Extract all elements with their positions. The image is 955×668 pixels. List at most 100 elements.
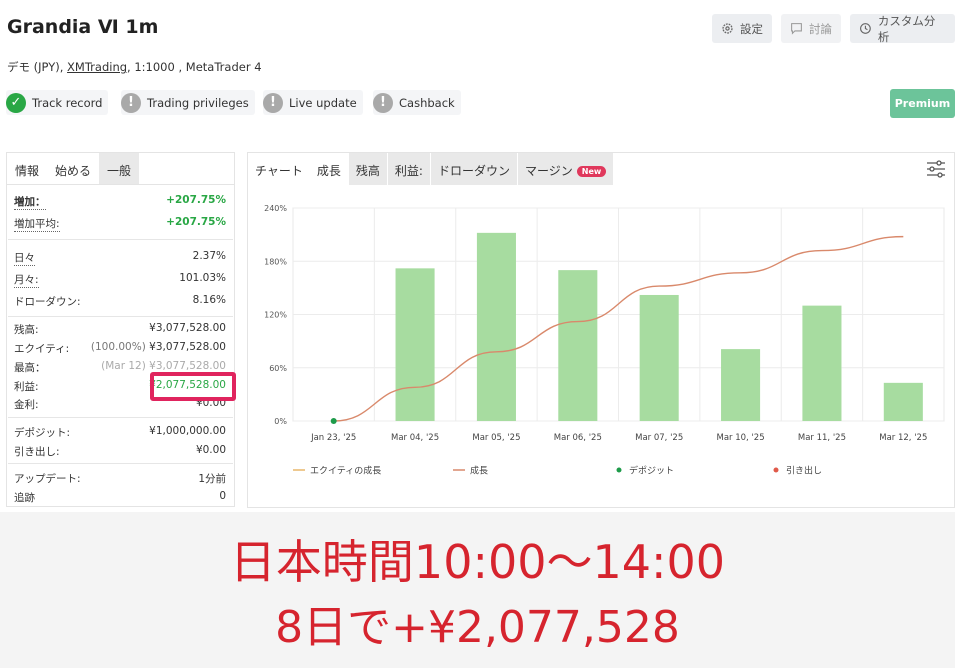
stat-row-deposit: デポジット: ¥1,000,000.00 [14, 425, 226, 440]
comment-icon [791, 23, 802, 35]
stat-value: +207.75% [166, 216, 226, 228]
growth-bar [558, 270, 598, 421]
check-icon: ✓ [6, 92, 26, 113]
x-tick-label: Mar 10, '25 [717, 433, 765, 443]
tab-margin[interactable]: マージン New [516, 153, 614, 185]
discussion-button[interactable]: 討論 [781, 14, 841, 43]
stat-row-avg-gain: 増加平均: +207.75% [14, 216, 226, 232]
tab-info[interactable]: 情報 [7, 153, 47, 184]
stat-row-balance: 残高: ¥3,077,528.00 [14, 322, 226, 337]
divider [8, 316, 233, 317]
stat-label: 増加平均: [14, 218, 60, 232]
legend-deposit-swatch [616, 467, 622, 473]
account-type: デモ (JPY), [7, 60, 68, 74]
tab-growth[interactable]: 成長 [309, 153, 348, 185]
discussion-label: 討論 [809, 21, 832, 36]
stat-value: 8.16% [192, 294, 226, 306]
tab-drawdown[interactable]: ドローダウン [429, 153, 517, 185]
stat-row-drawdown: ドローダウン: 8.16% [14, 294, 226, 309]
settings-label: 設定 [740, 21, 763, 36]
y-tick-label: 240% [264, 204, 287, 213]
growth-bar [883, 382, 923, 421]
account-details: , 1:1000 , MetaTrader 4 [127, 60, 262, 74]
legend-growth-label: 成長 [470, 465, 488, 477]
stat-label: 日々 [14, 252, 35, 266]
stat-pct: (Mar 12) [101, 360, 146, 372]
badge-trading-privileges[interactable]: ! Trading privileges [121, 90, 255, 115]
stat-row-update: アップデート: 1分前 [14, 471, 226, 486]
badge-live-update[interactable]: ! Live update [263, 90, 363, 115]
stat-value: ¥1,000,000.00 [149, 425, 226, 437]
stat-label: 最高： [14, 362, 46, 374]
tab-chart[interactable]: チャート [248, 153, 310, 185]
legend-equity-label: エクイティの成長 [310, 465, 381, 477]
stat-row-equity: エクイティ: (100.00%) ¥3,077,528.00 [14, 341, 226, 356]
y-tick-label: 60% [269, 364, 287, 373]
deposit-point [330, 418, 337, 424]
growth-bar [395, 268, 435, 421]
divider [8, 239, 233, 240]
new-badge: New [576, 166, 607, 177]
stat-row-gain: 増加： +207.75% [14, 194, 226, 210]
stats-tabs: 情報 始める 一般 [7, 153, 234, 185]
filter-settings-icon[interactable] [926, 160, 946, 178]
legend-withdraw-swatch [773, 467, 779, 473]
x-tick-label: Mar 07, '25 [635, 433, 683, 443]
divider [8, 417, 233, 418]
caption-time: 日本時間10:00〜14:00 [229, 535, 726, 589]
stat-value: +207.75% [166, 194, 226, 206]
y-tick-label: 0% [274, 417, 287, 426]
x-tick-label: Mar 05, '25 [472, 433, 520, 443]
stat-row-withdrawal: 引き出し: ¥0.00 [14, 444, 226, 459]
tab-general[interactable]: 一般 [99, 153, 140, 184]
chart-tabs: チャート 成長 残高 利益: ドローダウン マージン New [248, 153, 954, 185]
growth-chart: 0% 60% 120% 180% 240% Jan 23, '25 Mar 04, '25 M… [264, 204, 945, 477]
account-info: デモ (JPY), XMTrading, 1:1000 , MetaTrader… [7, 59, 262, 75]
badge-label: Live update [289, 95, 357, 110]
stat-row-monthly: 月々: 101.03% [14, 272, 226, 288]
tab-profit[interactable]: 利益: [386, 153, 430, 185]
stat-value: 1分前 [198, 473, 226, 485]
stat-value: 2.37% [192, 250, 226, 262]
custom-analysis-button[interactable]: カスタム分析 [850, 14, 955, 44]
tab-balance[interactable]: 残高 [347, 153, 387, 185]
stat-label: ドローダウン: [14, 296, 81, 308]
stat-pct: (100.00%) [90, 341, 146, 353]
page-title: Grandia Ⅵ 1m [7, 16, 159, 38]
stat-row-daily: 日々 2.37% [14, 250, 226, 266]
stat-label: 引き出し: [14, 446, 60, 458]
legend-deposit-label: デポジット [629, 465, 674, 477]
x-tick-label: Jan 23, '25 [310, 433, 356, 443]
x-tick-label: Mar 12, '25 [879, 433, 927, 443]
legend-withdraw-label: 引き出し [786, 465, 822, 477]
growth-bar [721, 349, 761, 421]
exclamation-icon: ! [263, 92, 283, 113]
stat-label: デポジット: [14, 427, 71, 439]
stat-label: 利益: [14, 381, 39, 393]
stat-value: 101.03% [179, 272, 226, 284]
stat-label: 月々: [14, 274, 39, 288]
badge-cashback[interactable]: ! Cashback [373, 90, 461, 115]
stat-label: エクイティ: [14, 343, 70, 355]
tab-margin-label: マージン [524, 164, 573, 178]
stat-label: 追跡 [14, 492, 35, 504]
exclamation-icon: ! [121, 92, 141, 113]
broker-link[interactable]: XMTrading [67, 60, 127, 74]
gear-icon [722, 23, 733, 34]
clock-icon [860, 23, 871, 34]
settings-button[interactable]: 設定 [712, 14, 772, 43]
tab-start[interactable]: 始める [47, 153, 99, 184]
main-card: Grandia Ⅵ 1m デモ (JPY), XMTrading, 1:1000… [0, 0, 955, 512]
badge-label: Cashback [399, 95, 455, 110]
chart-panel: チャート 成長 残高 利益: ドローダウン マージン New 0% 60% 120% 1… [247, 152, 955, 508]
x-tick-label: Mar 04, '25 [391, 433, 439, 443]
badge-track-record[interactable]: ✓ Track record [6, 90, 109, 115]
premium-button[interactable]: Premium [890, 89, 955, 118]
growth-bar [639, 294, 679, 421]
y-tick-label: 180% [264, 257, 287, 266]
stat-value: ¥0.00 [195, 444, 226, 456]
caption-profit: 8日で+¥2,077,528 [275, 602, 680, 653]
stat-value: ¥3,077,528.00 [149, 360, 226, 372]
stat-value: ¥3,077,528.00 [149, 341, 226, 353]
profit-highlight-box [150, 372, 236, 401]
